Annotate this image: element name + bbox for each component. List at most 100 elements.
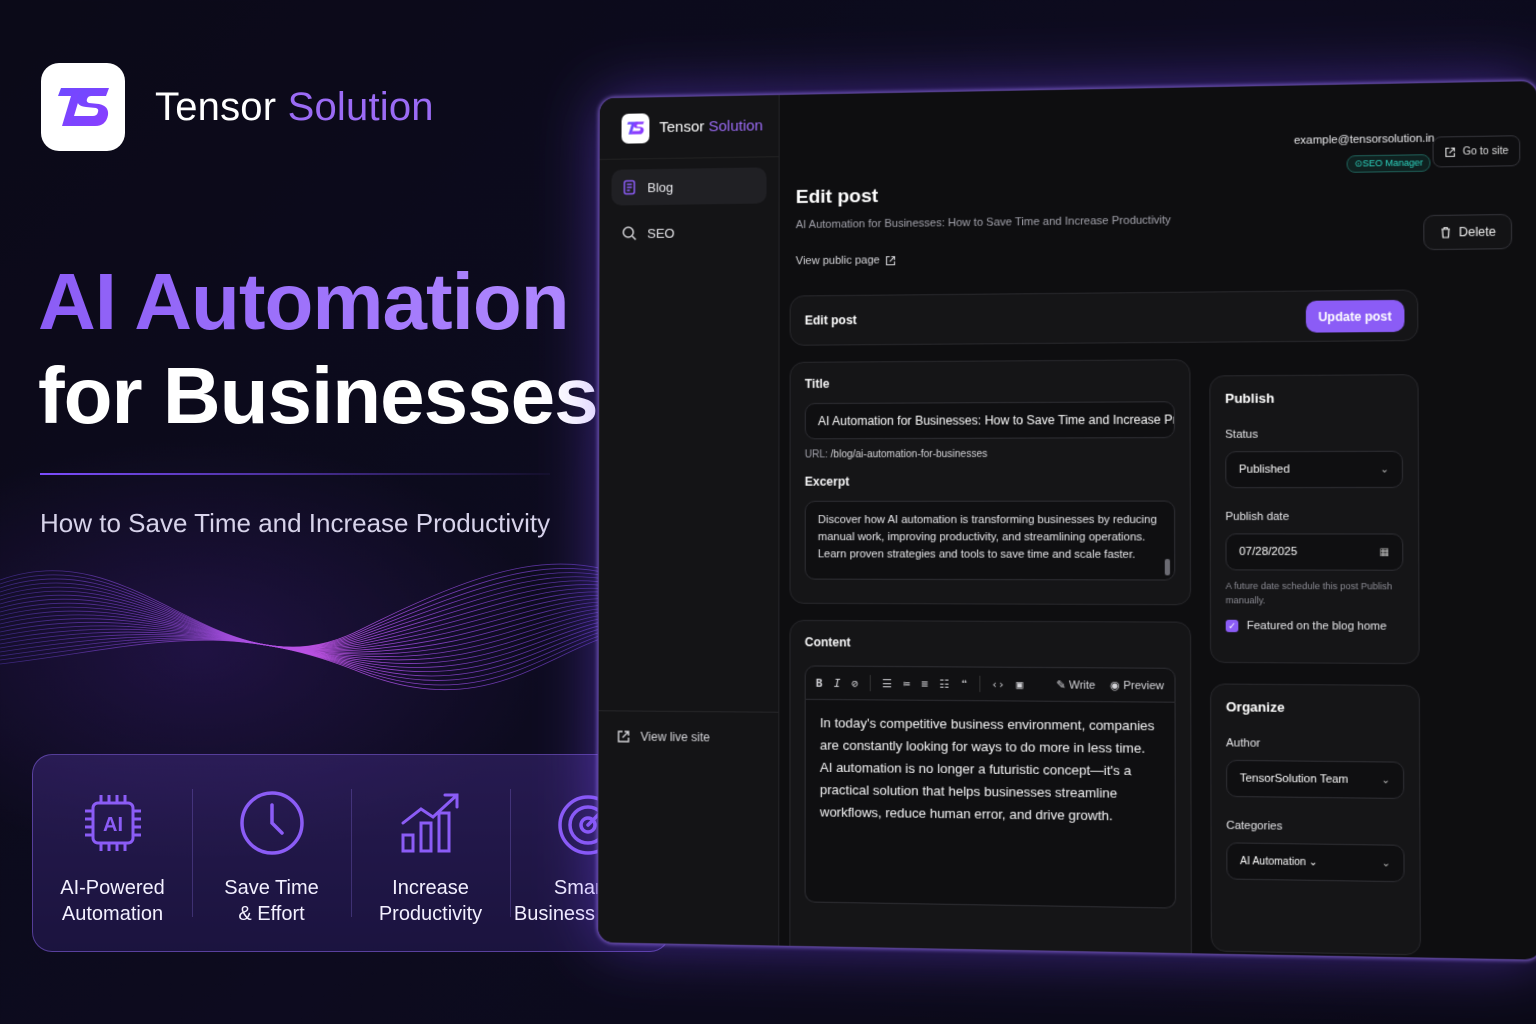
- svg-text:AI: AI: [103, 814, 123, 836]
- hero-divider: [40, 473, 550, 475]
- wave-line: [0, 587, 640, 649]
- link-icon[interactable]: ⊘: [852, 676, 859, 689]
- role-badge: ⊙SEO Manager: [1346, 154, 1431, 173]
- featured-checkbox[interactable]: ✓: [1225, 619, 1239, 633]
- hero-title: AI Automation for Businesses: [38, 262, 599, 440]
- chevron-down-icon: ⌄: [1381, 857, 1391, 870]
- sidebar: Tensor Solution Blog SEO View live site: [598, 95, 780, 946]
- hero-title-line1: AI Automation: [38, 262, 598, 342]
- wave-line: [0, 563, 640, 648]
- sidebar-item-blog[interactable]: Blog: [611, 167, 767, 206]
- publish-date-label: Publish date: [1225, 510, 1290, 524]
- view-public-label: View public page: [795, 254, 880, 268]
- edit-bar-label: Edit post: [804, 313, 857, 328]
- wave-line: [0, 580, 640, 649]
- post-details-card: Title AI Automation for Businesses: How …: [789, 359, 1192, 606]
- numbered-list-icon[interactable]: ≔: [903, 677, 910, 690]
- categories-label: Categories: [1226, 819, 1283, 833]
- image-icon[interactable]: ▣: [1016, 678, 1023, 691]
- url-line: URL: /blog/ai-automation-for-businesses: [804, 448, 1175, 461]
- page-subtitle: AI Automation for Businesses: How to Sav…: [795, 214, 1171, 232]
- author-value: TensorSolution Team: [1239, 772, 1349, 786]
- toolbar-divider: [869, 674, 871, 692]
- brand: Tensor Solution: [41, 63, 434, 151]
- chevron-down-icon: ⌄: [1380, 463, 1390, 476]
- title-input[interactable]: AI Automation for Businesses: How to Sav…: [804, 401, 1175, 440]
- sidebar-item-label: SEO: [647, 225, 675, 241]
- hero-title-line2: for Businesses: [38, 351, 599, 440]
- italic-button[interactable]: I: [834, 676, 841, 689]
- feature-save-time: Save Time & Effort: [192, 755, 351, 951]
- tab-preview[interactable]: ◉ Preview: [1110, 678, 1164, 692]
- title-label: Title: [804, 376, 830, 391]
- featured-label: Featured on the blog home: [1246, 619, 1387, 633]
- organize-heading: Organize: [1225, 699, 1285, 715]
- feature-label: AI-Powered Automation: [60, 877, 165, 925]
- view-public-page-link[interactable]: View public page: [796, 254, 896, 267]
- view-live-site-label: View live site: [640, 729, 710, 745]
- brand-name-accent: Solution: [287, 84, 434, 129]
- calendar-icon[interactable]: ▦: [1379, 546, 1389, 557]
- checklist-icon[interactable]: ☷: [939, 677, 949, 690]
- sidebar-brand-name: Tensor Solution: [659, 117, 763, 136]
- toolbar-divider: [978, 675, 980, 693]
- category-value: AI Automation: [1240, 855, 1306, 868]
- status-label: Status: [1225, 428, 1258, 441]
- page-title: Edit post: [795, 185, 879, 209]
- tab-write[interactable]: ✎ Write: [1056, 678, 1095, 692]
- clock-icon: [239, 791, 304, 855]
- excerpt-textarea[interactable]: Discover how AI automation is transformi…: [804, 500, 1176, 581]
- status-select[interactable]: Published ⌄: [1225, 450, 1404, 489]
- sidebar-brand-primary: Tensor: [659, 118, 705, 137]
- publish-card: Publish Status Published ⌄ Publish date …: [1209, 374, 1420, 665]
- wave-line: [0, 584, 640, 649]
- content-editor[interactable]: In today's competitive business environm…: [804, 699, 1177, 909]
- editor-toolbar: B I ⊘ ☰ ≔ ≡ ☷ ❝ ‹› ▣ ✎ Write ◉ Preview: [804, 665, 1176, 703]
- sidebar-brand[interactable]: Tensor Solution: [599, 95, 779, 160]
- external-link-icon: [1444, 146, 1456, 158]
- user-email: example@tensorsolution.in: [1293, 132, 1435, 148]
- featured-checkbox-row[interactable]: ✓ Featured on the blog home: [1225, 619, 1404, 633]
- wave-line: [0, 598, 640, 651]
- sidebar-item-label: Blog: [647, 179, 674, 195]
- brand-logo: [41, 63, 125, 151]
- quote-icon[interactable]: ❝: [961, 677, 968, 690]
- main-panel: example@tensorsolution.in ⊙SEO Manager G…: [779, 81, 1536, 961]
- bullet-list-icon[interactable]: ☰: [882, 677, 892, 690]
- sidebar-logo: [621, 112, 650, 144]
- code-icon[interactable]: ‹›: [991, 677, 1005, 690]
- trash-icon: [1440, 226, 1453, 239]
- feature-label: Increase Productivity: [378, 877, 483, 925]
- author-select[interactable]: TensorSolution Team ⌄: [1226, 759, 1405, 800]
- blog-icon: [624, 180, 636, 195]
- hero-subtitle: How to Save Time and Increase Productivi…: [40, 508, 551, 538]
- content-card: Content B I ⊘ ☰ ≔ ≡ ☷ ❝ ‹› ▣ ✎ Write ◉ P…: [789, 619, 1192, 961]
- publish-date-input[interactable]: 07/28/2025 ▦: [1225, 533, 1404, 571]
- excerpt-label: Excerpt: [804, 474, 850, 489]
- url-prefix: URL:: [804, 449, 828, 461]
- chevron-down-icon: ⌄: [1381, 774, 1391, 786]
- publish-heading: Publish: [1225, 390, 1275, 407]
- delete-button[interactable]: Delete: [1423, 213, 1513, 251]
- feature-label: Save Time & Effort: [224, 877, 319, 925]
- update-post-button[interactable]: Update post: [1305, 299, 1405, 333]
- view-live-site-link[interactable]: View live site: [598, 710, 779, 746]
- align-icon[interactable]: ≡: [921, 677, 928, 690]
- edit-post-bar: Edit post Update post: [789, 289, 1419, 346]
- search-icon: [623, 226, 637, 241]
- wave-line: [0, 630, 640, 691]
- content-label: Content: [804, 635, 851, 650]
- go-to-site-button[interactable]: Go to site: [1432, 135, 1521, 168]
- decorative-wave: [0, 563, 640, 691]
- delete-label: Delete: [1458, 224, 1496, 240]
- author-label: Author: [1226, 737, 1261, 750]
- bold-button[interactable]: B: [816, 676, 823, 689]
- brand-name-primary: Tensor: [155, 84, 277, 129]
- categories-select[interactable]: AI Automation ⌄ ⌄: [1226, 842, 1405, 883]
- publish-date-value: 07/28/2025: [1239, 545, 1298, 559]
- ts-logo-icon: [628, 121, 645, 135]
- status-value: Published: [1238, 463, 1290, 476]
- sidebar-item-seo[interactable]: SEO: [611, 213, 766, 251]
- category-tag[interactable]: AI Automation ⌄: [1240, 855, 1318, 868]
- external-link-icon: [885, 255, 896, 266]
